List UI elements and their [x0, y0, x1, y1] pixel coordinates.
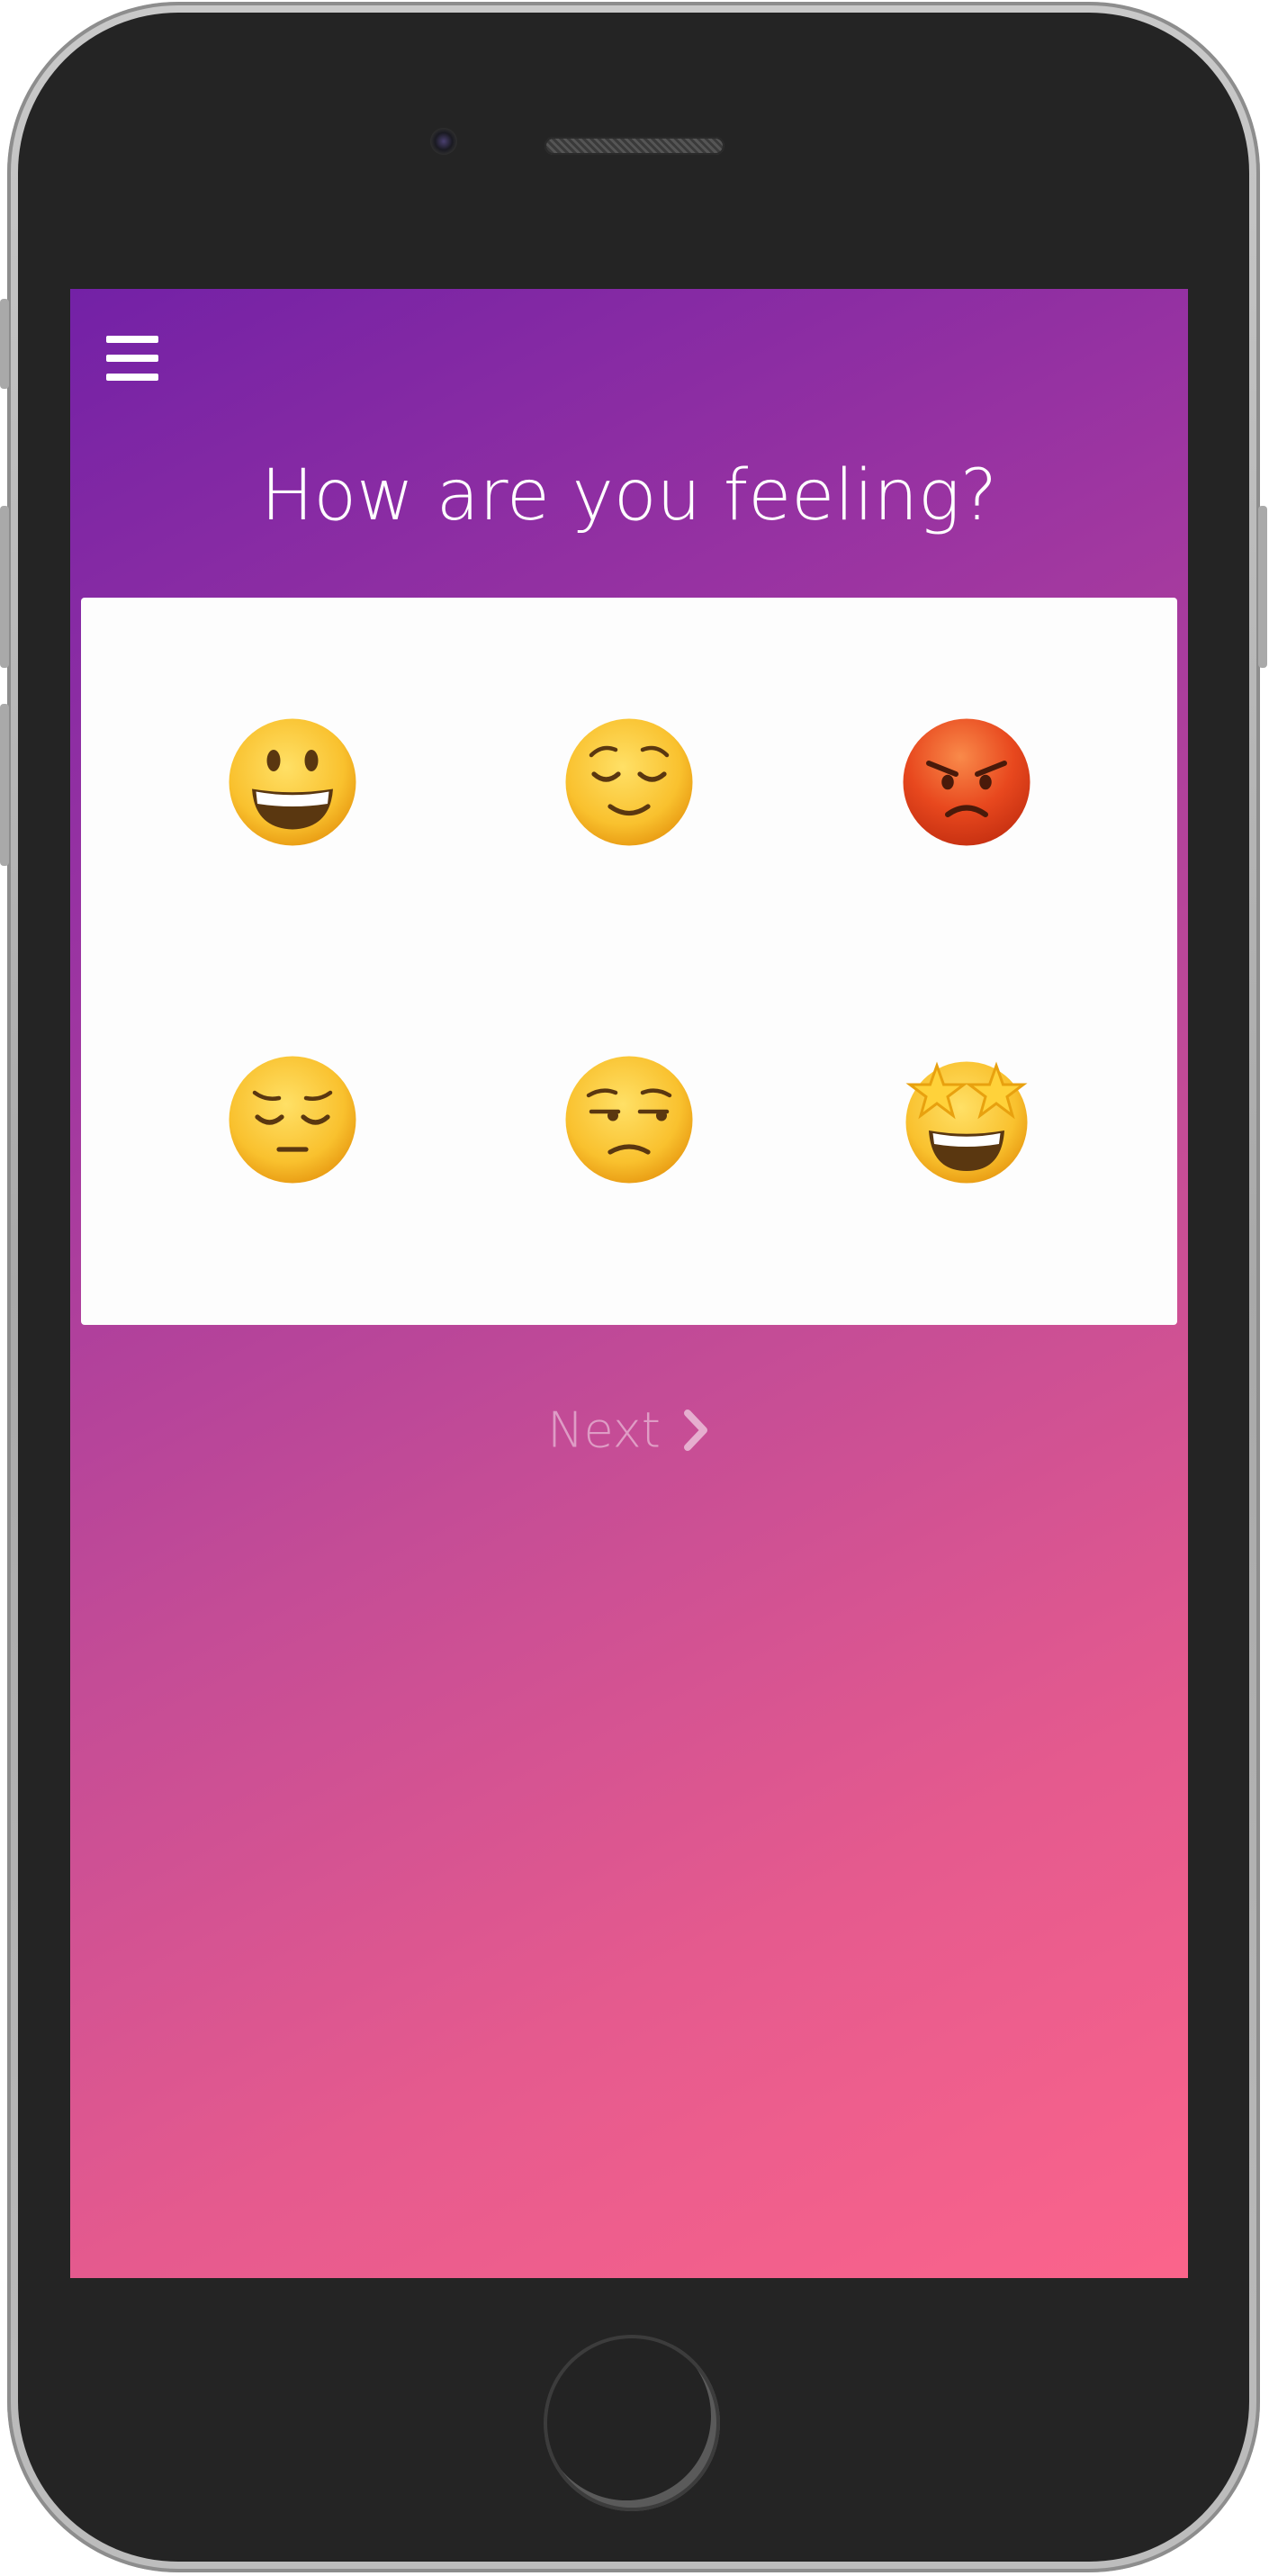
- mute-switch: [0, 299, 9, 389]
- power-button: [1258, 506, 1267, 668]
- angry-face-icon[interactable]: [899, 715, 1034, 850]
- next-label: Next: [547, 1401, 661, 1459]
- unamused-face-icon[interactable]: [562, 1052, 697, 1187]
- pensive-face-icon[interactable]: [225, 1052, 360, 1187]
- mood-grid-card: [81, 598, 1177, 1325]
- page-title: How are you feeling?: [260, 455, 998, 536]
- home-button[interactable]: [544, 2335, 720, 2511]
- earpiece-speaker: [544, 137, 724, 155]
- chevron-right-icon: [683, 1410, 707, 1452]
- hamburger-menu-icon[interactable]: [106, 334, 158, 383]
- volume-up-button: [0, 506, 9, 668]
- next-button[interactable]: Next: [70, 1396, 1188, 1462]
- app-screen: How are you feeling? Next: [70, 289, 1188, 2278]
- relieved-face-icon[interactable]: [562, 715, 697, 850]
- grinning-face-icon[interactable]: [225, 715, 360, 850]
- front-camera-icon: [430, 128, 457, 155]
- star-struck-icon[interactable]: [899, 1052, 1034, 1187]
- volume-down-button: [0, 704, 9, 866]
